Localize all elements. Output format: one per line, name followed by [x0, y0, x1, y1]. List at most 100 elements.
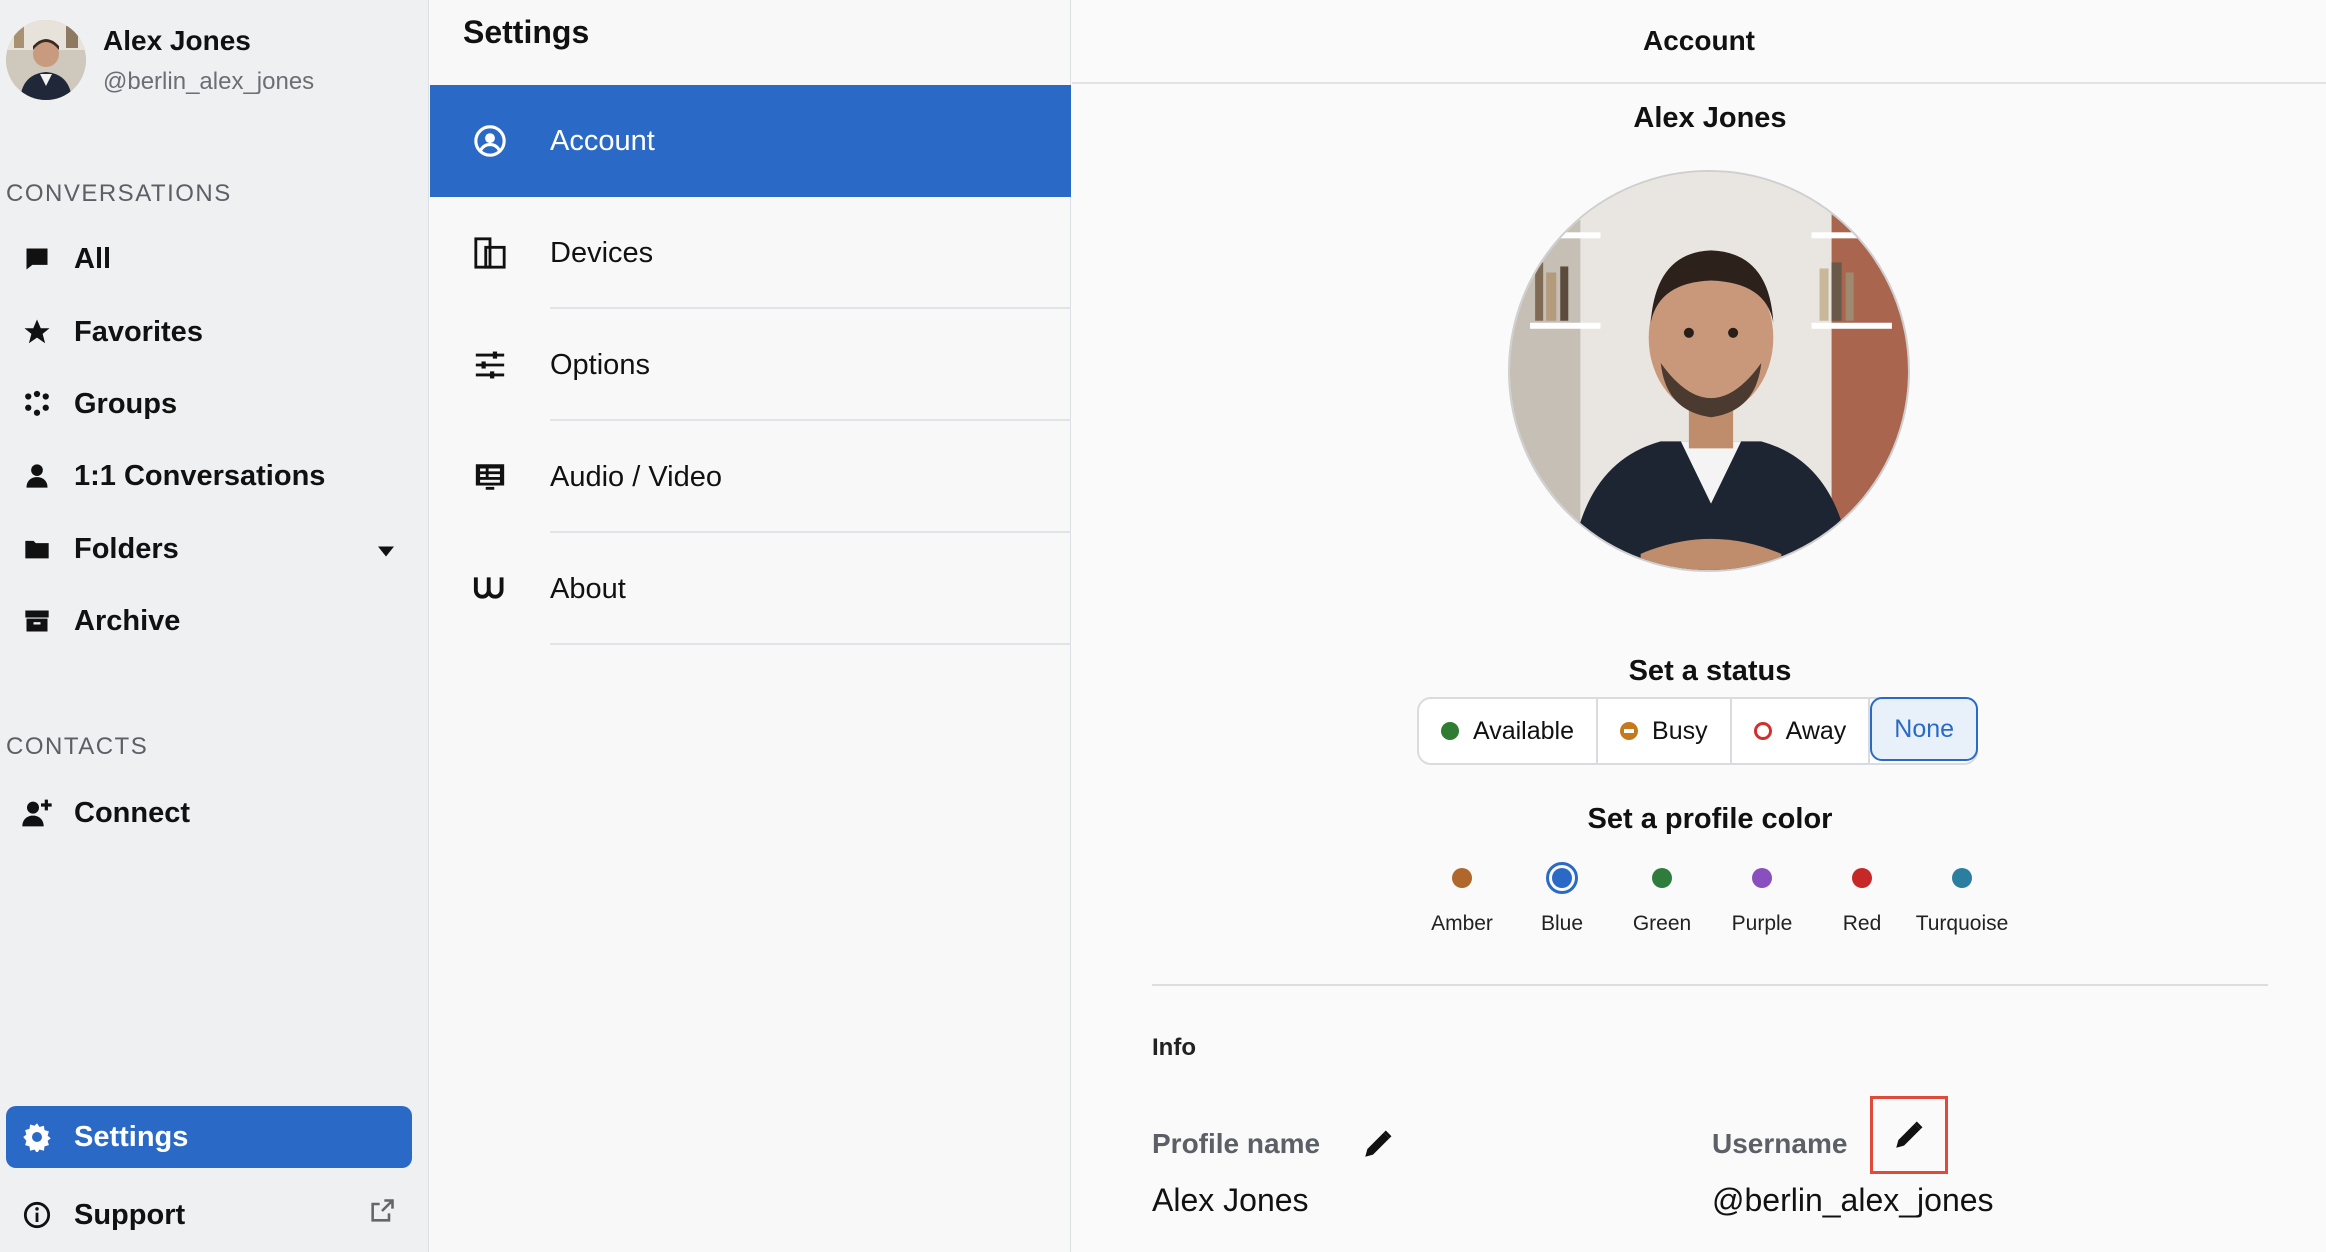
profile-picture[interactable] [1508, 170, 1910, 572]
gear-icon [20, 1120, 54, 1154]
username-label: Username [1712, 1128, 1848, 1159]
busy-dot-icon [1620, 722, 1639, 740]
info-icon [20, 1198, 54, 1232]
status-title: Set a status [1628, 655, 1792, 687]
sidebar-item-label: Connect [74, 796, 190, 829]
status-busy-button[interactable]: Busy [1598, 699, 1732, 763]
sidebar-item-label: 1:1 Conversations [74, 459, 326, 492]
blue-swatch [1552, 868, 1572, 888]
pencil-icon [1365, 1130, 1392, 1157]
edit-username-button[interactable] [1870, 1096, 1948, 1174]
external-link-icon [368, 1197, 396, 1233]
color-label: Red [1842, 912, 1882, 935]
person-icon [20, 459, 54, 493]
settings-item-options[interactable]: Options [430, 309, 1071, 421]
settings-menu-panel: Settings Account Devices Options Audio /… [430, 0, 1071, 1252]
settings-item-audio-video[interactable]: Audio / Video [430, 421, 1071, 533]
pencil-icon [1896, 1121, 1923, 1148]
chat-icon [20, 242, 54, 276]
edit-profile-name-button[interactable] [1356, 1122, 1400, 1166]
color-label: Amber [1431, 912, 1493, 935]
settings-item-label: About [550, 572, 626, 605]
color-green-option[interactable]: Green [1612, 862, 1712, 936]
account-icon [470, 121, 510, 161]
sidebar-item-support[interactable]: Support [6, 1184, 412, 1246]
status-label: Available [1473, 716, 1575, 745]
status-away-button[interactable]: Away [1732, 699, 1871, 763]
chevron-down-icon[interactable] [376, 533, 396, 566]
settings-item-label: Devices [550, 236, 654, 269]
status-available-button[interactable]: Available [1419, 699, 1599, 763]
sidebar-item-one-to-one[interactable]: 1:1 Conversations [6, 445, 412, 507]
audio-video-icon [470, 457, 510, 497]
settings-item-about[interactable]: About [430, 533, 1071, 645]
color-purple-option[interactable]: Purple [1712, 862, 1812, 936]
user-handle: @berlin_alex_jones [103, 67, 315, 95]
color-red-option[interactable]: Red [1812, 862, 1912, 936]
purple-swatch [1752, 868, 1772, 888]
info-section-title: Info [1152, 1034, 1196, 1061]
profile-color-title: Set a profile color [1587, 803, 1833, 835]
settings-item-devices[interactable]: Devices [430, 197, 1071, 309]
color-blue-option[interactable]: Blue [1512, 862, 1612, 936]
color-turquoise-option[interactable]: Turquoise [1912, 862, 2012, 936]
add-person-icon [20, 796, 54, 830]
avatar[interactable] [6, 20, 86, 100]
archive-icon [20, 604, 54, 638]
status-label: Busy [1652, 716, 1708, 745]
folder-icon [20, 532, 54, 566]
color-amber-option[interactable]: Amber [1412, 862, 1512, 936]
away-ring-icon [1753, 722, 1772, 740]
turquoise-swatch [1952, 868, 1972, 888]
settings-title: Settings [463, 14, 590, 50]
wire-logo-icon [470, 569, 510, 609]
sidebar-item-archive[interactable]: Archive [6, 590, 412, 652]
profile-name-value: Alex Jones [1152, 1182, 1309, 1218]
available-dot-icon [1441, 722, 1459, 740]
account-panel: Account Alex Jones Set a status Availabl… [1072, 0, 2326, 1252]
status-selector: Available Busy Away None [1417, 697, 1979, 765]
sidebar-item-favorites[interactable]: Favorites [6, 301, 412, 363]
green-swatch [1652, 868, 1672, 888]
settings-item-label: Account [550, 124, 655, 157]
groups-icon [20, 387, 54, 421]
profile-color-picker: Amber Blue Green Purple Red Turquoise [1412, 862, 2012, 936]
contacts-section-label: CONTACTS [6, 733, 149, 760]
sidebar-item-connect[interactable]: Connect [6, 782, 412, 844]
devices-icon [470, 233, 510, 273]
sliders-icon [470, 345, 510, 385]
status-label: Away [1785, 716, 1847, 745]
status-label: None [1894, 714, 1955, 743]
account-header: Account [1072, 0, 2326, 84]
red-swatch [1852, 868, 1872, 888]
sidebar-item-label: Groups [74, 387, 178, 420]
sidebar-item-settings[interactable]: Settings [6, 1106, 412, 1168]
sidebar-item-label: Favorites [74, 315, 203, 348]
settings-item-account[interactable]: Account [430, 85, 1071, 197]
sidebar-item-label: All [74, 242, 112, 275]
sidebar-item-label: Archive [74, 604, 181, 637]
sidebar-item-label: Support [74, 1198, 186, 1231]
settings-item-label: Audio / Video [550, 460, 722, 493]
settings-item-label: Options [550, 348, 650, 381]
star-icon [20, 315, 54, 349]
amber-swatch [1452, 868, 1472, 888]
section-divider [1152, 984, 2268, 986]
sidebar-item-groups[interactable]: Groups [6, 373, 412, 435]
user-header[interactable]: Alex Jones @berlin_alex_jones [6, 20, 314, 100]
sidebar-item-folders[interactable]: Folders [6, 518, 412, 580]
color-label: Purple [1731, 912, 1793, 935]
status-none-button[interactable]: None [1870, 697, 1979, 761]
color-label: Turquoise [1915, 912, 2009, 935]
profile-name-label: Profile name [1152, 1128, 1321, 1159]
conversations-section-label: CONVERSATIONS [6, 180, 232, 207]
username-value: @berlin_alex_jones [1712, 1182, 1994, 1218]
color-label: Blue [1540, 912, 1584, 935]
profile-name-heading: Alex Jones [1633, 102, 1787, 134]
user-name: Alex Jones [103, 25, 251, 57]
sidebar-item-all[interactable]: All [6, 228, 412, 290]
color-label: Green [1632, 912, 1692, 935]
sidebar-item-label: Folders [74, 532, 179, 565]
conversations-sidebar: Alex Jones @berlin_alex_jones CONVERSATI… [0, 0, 429, 1252]
sidebar-item-label: Settings [74, 1120, 189, 1153]
